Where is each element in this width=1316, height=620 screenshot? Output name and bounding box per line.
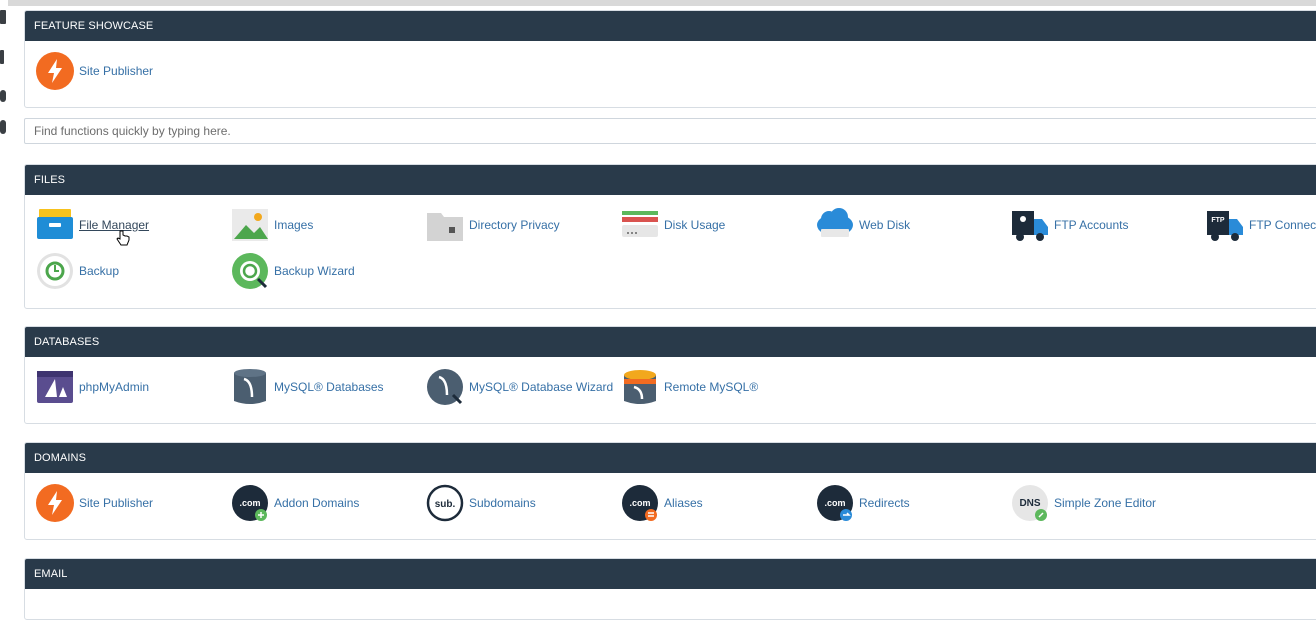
bolt-icon	[35, 483, 75, 523]
remote-mysql-link[interactable]: Remote MySQL®	[620, 367, 758, 407]
mysql-databases-label: MySQL® Databases	[274, 380, 384, 394]
file-manager-link[interactable]: File Manager	[35, 205, 149, 245]
section-title: DOMAINS	[25, 443, 1316, 473]
phpmyadmin-label: phpMyAdmin	[79, 380, 150, 394]
menu-icon[interactable]	[0, 10, 6, 24]
ftp-badge-text: FTP	[1211, 217, 1225, 224]
com-badge-text: .com	[629, 498, 650, 508]
mysql-database-wizard-link[interactable]: MySQL® Database Wizard	[425, 367, 613, 407]
backup-icon	[35, 251, 75, 291]
sub-badge-text: sub.	[435, 499, 456, 510]
site-publisher-label: Site Publisher	[79, 496, 154, 510]
subdomains-label: Subdomains	[469, 496, 536, 510]
aliases-link[interactable]: .com Aliases	[620, 483, 703, 523]
backup-label: Backup	[79, 264, 120, 278]
disk-usage-label: Disk Usage	[664, 218, 726, 232]
ftp-truck-icon	[1010, 205, 1050, 245]
domains-section: DOMAINS Site Publisher .com Addon Domain…	[24, 442, 1316, 540]
subdomains-link[interactable]: sub. Subdomains	[425, 483, 536, 523]
disk-usage-icon	[620, 205, 660, 245]
folder-lock-icon	[425, 205, 465, 245]
redirects-icon: .com	[815, 483, 855, 523]
phpmyadmin-link[interactable]: phpMyAdmin	[35, 367, 149, 407]
feature-showcase-section: FEATURE SHOWCASE Site Publisher	[24, 10, 1316, 108]
backup-wizard-label: Backup Wizard	[274, 264, 355, 278]
ftp-accounts-link[interactable]: FTP Accounts	[1010, 205, 1128, 245]
disk-usage-link[interactable]: Disk Usage	[620, 205, 725, 245]
site-publisher-link[interactable]: Site Publisher	[35, 483, 153, 523]
aliases-label: Aliases	[664, 496, 703, 510]
file-manager-icon	[35, 205, 75, 245]
com-badge-text: .com	[239, 498, 260, 508]
browser-top-edge	[0, 0, 1316, 6]
dns-badge-text: DNS	[1019, 498, 1040, 509]
ftp-connections-link[interactable]: FTP FTP Connecti	[1205, 205, 1316, 245]
backup-wizard-link[interactable]: Backup Wizard	[230, 251, 355, 291]
images-link[interactable]: Images	[230, 205, 313, 245]
web-disk-label: Web Disk	[859, 218, 911, 232]
simple-zone-editor-label: Simple Zone Editor	[1054, 496, 1157, 510]
mysql-db-icon	[230, 367, 270, 407]
ftp-connections-icon: FTP	[1205, 205, 1245, 245]
files-section: FILES File Manager Images Directory Priv…	[24, 164, 1316, 309]
directory-privacy-link[interactable]: Directory Privacy	[425, 205, 560, 245]
phpmyadmin-icon	[35, 367, 75, 407]
site-publisher-label: Site Publisher	[79, 64, 154, 78]
com-badge-text: .com	[824, 498, 845, 508]
section-title: FEATURE SHOWCASE	[25, 11, 1316, 41]
web-disk-link[interactable]: Web Disk	[815, 205, 910, 245]
images-icon	[230, 205, 270, 245]
palette-icon[interactable]	[0, 90, 6, 102]
backup-link[interactable]: Backup	[35, 251, 119, 291]
ftp-connections-label: FTP Connecti	[1249, 218, 1316, 232]
remote-mysql-icon	[620, 367, 660, 407]
file-manager-label: File Manager	[79, 218, 150, 232]
images-label: Images	[274, 218, 314, 232]
bolt-icon	[35, 51, 75, 91]
mysql-databases-link[interactable]: MySQL® Databases	[230, 367, 384, 407]
search-input[interactable]	[24, 118, 1316, 144]
cloud-disk-icon	[815, 205, 855, 245]
aliases-icon: .com	[620, 483, 660, 523]
directory-privacy-label: Directory Privacy	[469, 218, 560, 232]
mysql-database-wizard-label: MySQL® Database Wizard	[469, 380, 614, 394]
addon-domains-link[interactable]: .com Addon Domains	[230, 483, 359, 523]
left-sidebar-rail	[0, 0, 8, 604]
section-title: DATABASES	[25, 327, 1316, 357]
remote-mysql-label: Remote MySQL®	[664, 380, 759, 394]
stats-icon[interactable]	[0, 50, 4, 64]
databases-section: DATABASES phpMyAdmin MySQL® Databases My…	[24, 326, 1316, 424]
email-section: EMAIL	[24, 558, 1316, 620]
simple-zone-editor-link[interactable]: DNS Simple Zone Editor	[1010, 483, 1156, 523]
backup-wizard-icon	[230, 251, 270, 291]
site-publisher-link[interactable]: Site Publisher	[35, 51, 153, 91]
ftp-accounts-label: FTP Accounts	[1054, 218, 1129, 232]
redirects-link[interactable]: .com Redirects	[815, 483, 910, 523]
hand-cursor-icon	[116, 230, 130, 246]
subdomains-icon: sub.	[425, 483, 465, 523]
dns-icon: DNS	[1010, 483, 1050, 523]
addon-domains-label: Addon Domains	[274, 496, 360, 510]
section-title: EMAIL	[25, 559, 1316, 589]
section-title: FILES	[25, 165, 1316, 195]
addon-domains-icon: .com	[230, 483, 270, 523]
mysql-wizard-icon	[425, 367, 465, 407]
users-icon[interactable]	[0, 120, 6, 134]
redirects-label: Redirects	[859, 496, 910, 510]
